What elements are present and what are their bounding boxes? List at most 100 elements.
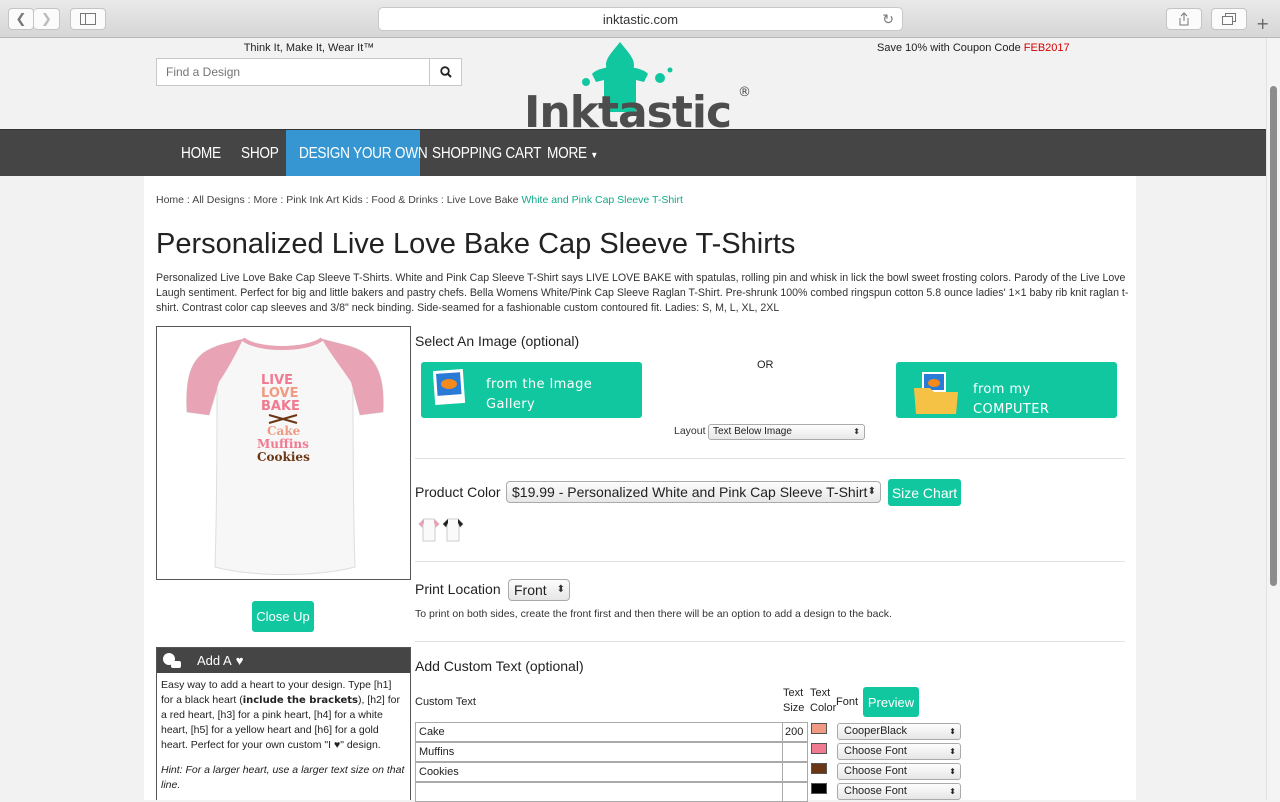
select-arrows-icon: ⬍ bbox=[949, 787, 956, 796]
address-bar[interactable]: inktastic.com ↻ bbox=[378, 7, 903, 31]
breadcrumb-current: White and Pink Cap Sleeve T-Shirt bbox=[521, 194, 683, 206]
add-heart-header: Add A ♥ bbox=[157, 648, 410, 673]
breadcrumb-pink-ink-art-kids[interactable]: Pink Ink Art Kids bbox=[286, 194, 362, 206]
print-location-select[interactable]: Front ⬍ bbox=[508, 579, 570, 601]
col-text-color-2: Color bbox=[810, 702, 837, 714]
text-size-input[interactable] bbox=[783, 742, 808, 762]
font-select-value: Choose Font bbox=[844, 745, 907, 757]
text-color-swatch[interactable] bbox=[811, 743, 827, 754]
tabs-icon bbox=[1222, 13, 1236, 25]
custom-text-input[interactable]: Muffins bbox=[415, 742, 783, 762]
tagline: Think It, Make It, Wear It™ bbox=[243, 42, 375, 54]
col-text-size: Text Size bbox=[783, 686, 804, 716]
product-image[interactable]: LIVE LOVE BAKE Cake Muffins Cookies bbox=[156, 326, 411, 580]
layout-select[interactable]: Text Below Image ⬍ bbox=[708, 424, 865, 440]
coupon-code: FEB2017 bbox=[1023, 42, 1070, 54]
chevron-right-icon: ❯ bbox=[41, 11, 52, 27]
forward-button[interactable]: ❯ bbox=[34, 8, 60, 30]
product-color-label: Product Color bbox=[415, 484, 501, 500]
col-text-color-1: Text bbox=[810, 687, 831, 699]
site-header: Think It, Make It, Wear It™ Inktastic ® … bbox=[0, 38, 1266, 138]
reload-icon[interactable]: ↻ bbox=[882, 11, 894, 28]
close-up-button[interactable]: Close Up bbox=[252, 601, 314, 632]
share-icon bbox=[1179, 12, 1189, 26]
or-separator: OR bbox=[757, 359, 774, 371]
search-input[interactable] bbox=[156, 58, 430, 86]
custom-text-input[interactable]: Cake bbox=[415, 722, 783, 742]
sidebar-icon bbox=[80, 13, 96, 25]
preview-button[interactable]: Preview bbox=[863, 687, 919, 717]
product-color-select[interactable]: $19.99 - Personalized White and Pink Cap… bbox=[506, 481, 881, 503]
site-logo[interactable]: Inktastic ® bbox=[520, 38, 760, 138]
divider bbox=[415, 561, 1125, 562]
share-button[interactable] bbox=[1166, 8, 1202, 30]
nav-shopping-cart[interactable]: SHOPPING CART bbox=[432, 130, 542, 177]
new-tab-icon[interactable]: + bbox=[1256, 14, 1269, 33]
color-swatch-black[interactable] bbox=[442, 517, 464, 547]
text-size-input[interactable]: 200 bbox=[783, 722, 808, 742]
col-text-color: Text Color bbox=[810, 686, 836, 716]
page-scrollbar[interactable] bbox=[1266, 38, 1280, 800]
nav-home[interactable]: HOME bbox=[181, 130, 221, 177]
chevron-left-icon: ❮ bbox=[15, 11, 27, 27]
add-heart-panel: Add A ♥ Easy way to add a heart to your … bbox=[156, 647, 411, 800]
select-arrows-icon: ⬍ bbox=[949, 747, 956, 756]
caret-down-icon: ▼ bbox=[590, 150, 598, 160]
select-arrows-icon: ⬍ bbox=[853, 427, 860, 436]
divider bbox=[415, 641, 1125, 642]
breadcrumb: Home : All Designs : More : Pink Ink Art… bbox=[156, 194, 683, 206]
text-color-swatch[interactable] bbox=[811, 783, 827, 794]
print-location-note: To print on both sides, create the front… bbox=[415, 608, 892, 620]
breadcrumb-food-drinks[interactable]: Food & Drinks bbox=[371, 194, 438, 206]
select-arrows-icon: ⬍ bbox=[949, 767, 956, 776]
color-swatch-pink[interactable] bbox=[418, 517, 440, 547]
shirt-text-bake: BAKE bbox=[261, 399, 300, 414]
sidebar-button[interactable] bbox=[70, 8, 106, 30]
coupon-banner: Save 10% with Coupon Code FEB2017 bbox=[877, 42, 1070, 54]
nav-more[interactable]: MORE ▼ bbox=[547, 130, 598, 177]
breadcrumb-home[interactable]: Home bbox=[156, 194, 184, 206]
product-description: Personalized Live Love Bake Cap Sleeve T… bbox=[156, 272, 1129, 314]
font-select[interactable]: CooperBlack ⬍ bbox=[837, 723, 961, 740]
product-color-value: $19.99 - Personalized White and Pink Cap… bbox=[512, 484, 868, 500]
image-gallery-button[interactable]: from the Image Gallery bbox=[421, 362, 642, 418]
font-select-value: Choose Font bbox=[844, 765, 907, 777]
search-icon bbox=[439, 66, 452, 78]
tabs-button[interactable] bbox=[1211, 8, 1247, 30]
print-location-label: Print Location bbox=[415, 581, 501, 597]
search-button[interactable] bbox=[430, 58, 462, 86]
text-size-input[interactable] bbox=[783, 782, 808, 802]
text-color-swatch[interactable] bbox=[811, 723, 827, 734]
custom-text-input[interactable]: Cookies bbox=[415, 762, 783, 782]
breadcrumb-all-designs[interactable]: All Designs bbox=[192, 194, 245, 206]
font-select-value: CooperBlack bbox=[844, 725, 907, 737]
add-heart-body: Easy way to add a heart to your design. … bbox=[157, 673, 410, 798]
breadcrumb-more[interactable]: More bbox=[254, 194, 278, 206]
nav-more-label: MORE bbox=[547, 145, 587, 162]
nav-shop[interactable]: SHOP bbox=[241, 130, 279, 177]
text-color-swatch[interactable] bbox=[811, 763, 827, 774]
back-button[interactable]: ❮ bbox=[8, 8, 34, 30]
size-chart-button[interactable]: Size Chart bbox=[888, 479, 961, 506]
search-bar bbox=[156, 58, 462, 86]
breadcrumb-live-love-bake[interactable]: Live Love Bake bbox=[447, 194, 519, 206]
logo-drop-icon: Inktastic ® bbox=[524, 42, 751, 138]
text-size-input[interactable] bbox=[783, 762, 808, 782]
computer-line1: from my bbox=[973, 382, 1031, 397]
col-custom-text: Custom Text bbox=[415, 696, 476, 708]
scrollbar-thumb[interactable] bbox=[1270, 86, 1277, 586]
shirt-text-cake: Cake bbox=[267, 424, 301, 438]
select-arrows-icon: ⬍ bbox=[949, 727, 956, 736]
font-select[interactable]: Choose Font ⬍ bbox=[837, 763, 961, 780]
col-text-size-2: Size bbox=[783, 702, 805, 714]
computer-line2: COMPUTER bbox=[973, 402, 1050, 417]
font-select[interactable]: Choose Font ⬍ bbox=[837, 783, 961, 800]
browser-toolbar: ❮ ❯ inktastic.com ↻ + bbox=[0, 0, 1280, 38]
nav-design-your-own[interactable]: DESIGN YOUR OWN bbox=[299, 130, 428, 177]
select-arrows-icon: ⬍ bbox=[556, 584, 565, 595]
custom-text-input[interactable] bbox=[415, 782, 783, 802]
col-text-size-1: Text bbox=[783, 687, 804, 699]
upload-from-computer-button[interactable]: from my COMPUTER bbox=[896, 362, 1117, 418]
font-select[interactable]: Choose Font ⬍ bbox=[837, 743, 961, 760]
svg-text:®: ® bbox=[738, 85, 751, 100]
